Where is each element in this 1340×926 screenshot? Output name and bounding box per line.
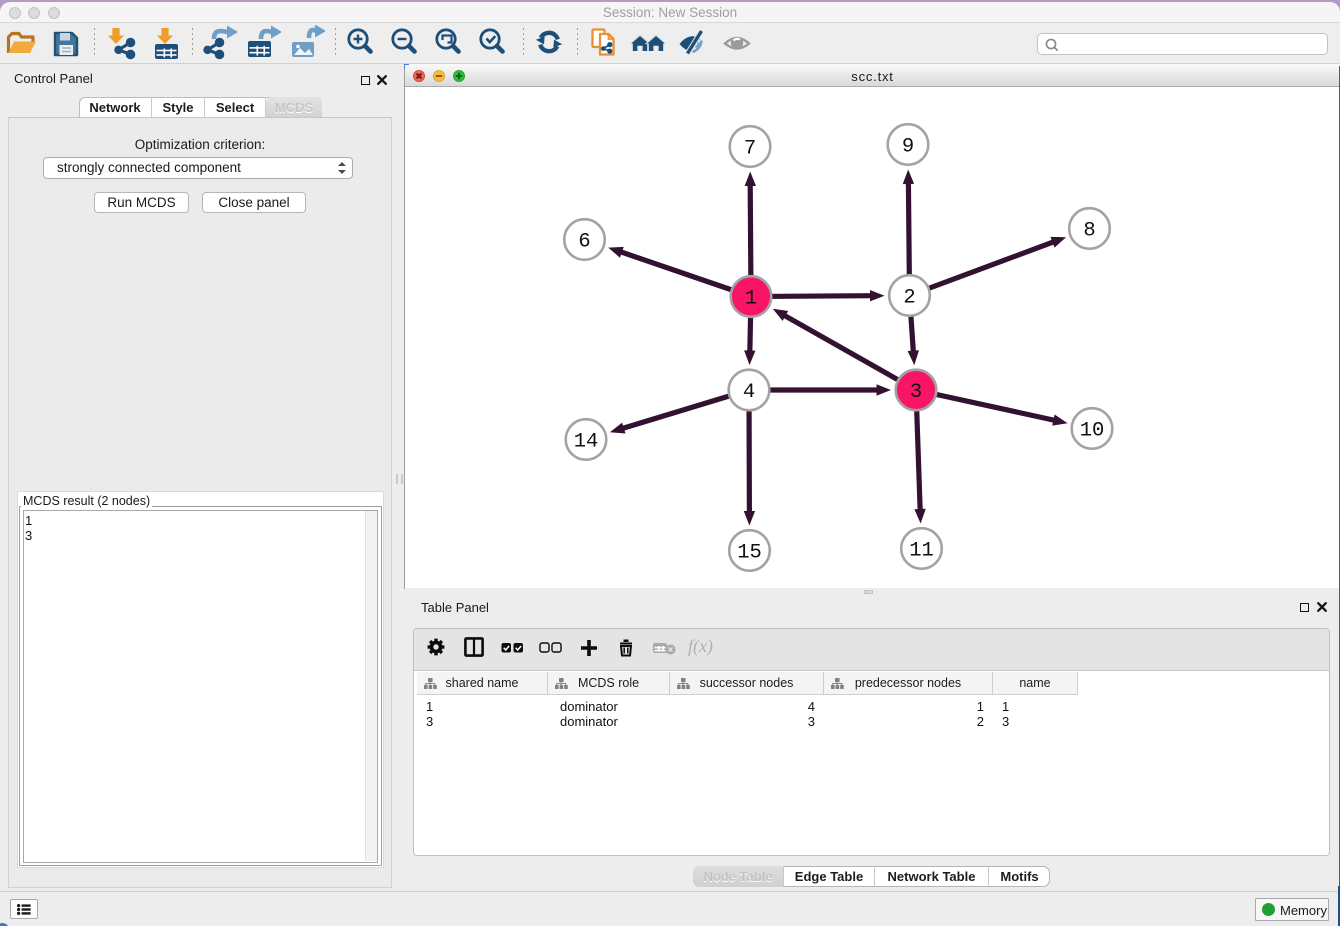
svg-text:11: 11 (909, 540, 934, 563)
svg-text:2: 2 (903, 287, 915, 310)
svg-text:7: 7 (744, 138, 756, 161)
svg-text:10: 10 (1080, 420, 1105, 443)
svg-text:1: 1 (745, 288, 757, 311)
svg-text:8: 8 (1083, 220, 1095, 243)
svg-text:4: 4 (743, 381, 755, 404)
svg-text:9: 9 (902, 136, 914, 159)
svg-text:15: 15 (737, 542, 762, 565)
svg-text:14: 14 (574, 431, 599, 454)
svg-text:6: 6 (578, 231, 590, 254)
svg-text:3: 3 (910, 381, 922, 404)
